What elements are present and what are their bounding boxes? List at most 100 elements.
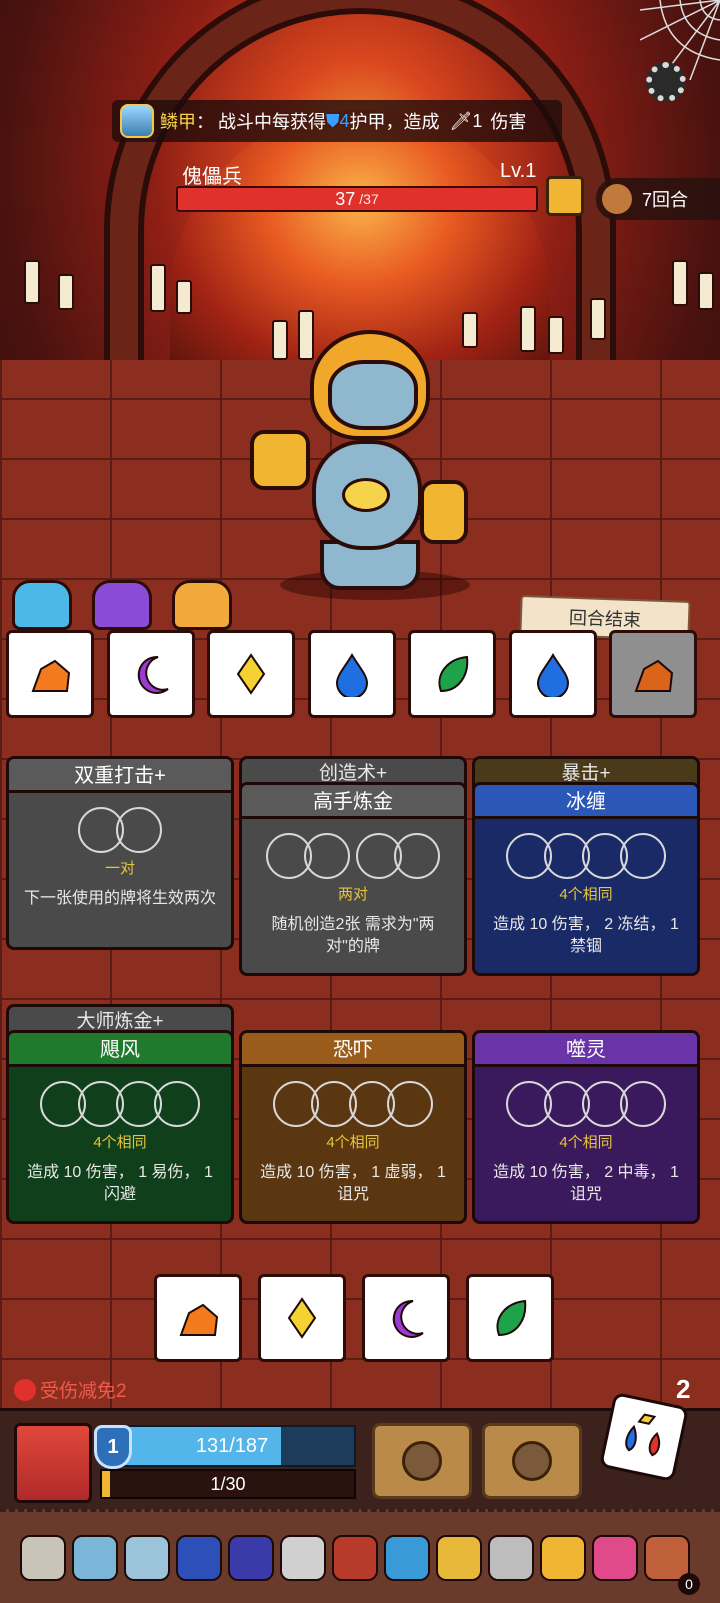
moon-gem-icon: [137, 655, 169, 694]
card-slots: [475, 833, 697, 879]
skill-card-double-strike[interactable]: 双重打击+ 一对 下一张使用的牌将生效两次: [6, 756, 234, 950]
skill-card-hurricane[interactable]: 飓风 4个相同 造成 10 伤害， 1 易伤， 1 闪避: [6, 1030, 234, 1224]
skill-card-master-alchemy[interactable]: 高手炼金 两对 随机创造2张 需求为"两对"的牌: [239, 782, 467, 976]
ring-icon[interactable]: [280, 1534, 326, 1581]
turn-counter: 7回合: [596, 178, 720, 220]
star-rune-icon[interactable]: [228, 1534, 274, 1581]
card-requirement: 一对: [104, 860, 135, 877]
player-xp-bar: 1/30: [100, 1469, 356, 1499]
relic-tooltip-desc-pre: 战斗中每获得: [218, 112, 326, 132]
blue-flame-icon[interactable]: [176, 1534, 222, 1581]
card-requirement: 4个相同: [326, 1134, 380, 1151]
card-slots: [242, 1081, 464, 1127]
die-drop[interactable]: [307, 630, 396, 718]
purple-potion-icon[interactable]: [92, 580, 152, 630]
card-title: 飓风: [9, 1033, 231, 1067]
die-rock[interactable]: [609, 630, 697, 718]
card-slots: [242, 833, 464, 879]
spike-crown-icon[interactable]: [488, 1534, 534, 1581]
puppet-soldier-enemy[interactable]: [250, 320, 470, 600]
skill-card-intimidate[interactable]: 恐吓 4个相同 造成 10 伤害， 1 虚弱， 1 诅咒: [239, 1030, 467, 1224]
rock-gem-icon: [634, 659, 674, 692]
enemy-hp-bar: 37 /37: [176, 186, 538, 212]
potion-shelf: [6, 580, 232, 636]
die-diamond[interactable]: [207, 630, 295, 718]
scale-armor-icon: [120, 104, 154, 138]
damage-reduction-status: 受伤减免2: [14, 1376, 127, 1403]
card-description: 随机创造2张 需求为"两对"的牌: [271, 916, 435, 955]
blue-potion-icon[interactable]: [12, 580, 72, 630]
enemy-hp-current: 37: [335, 188, 356, 209]
skill-card-soul-devour[interactable]: 噬灵 4个相同 造成 10 伤害， 2 中毒， 1 诅咒: [472, 1030, 700, 1224]
player-hp-text: 131/187: [195, 1434, 269, 1457]
enemy-name: 傀儡兵: [182, 166, 242, 188]
card-title: 冰缠: [475, 785, 697, 819]
sun-medal-icon[interactable]: [436, 1534, 482, 1581]
turn-counter-label: 7回合: [642, 190, 689, 210]
relic-tooltip-desc-post: 伤害: [490, 112, 527, 132]
card-description: 下一张使用的牌将生效两次: [23, 890, 216, 907]
enemy-level: Lv.1: [500, 160, 537, 182]
card-requirement: 4个相同: [559, 886, 613, 903]
card-title: 双重打击+: [9, 759, 231, 793]
skill-slot-button-1[interactable]: [372, 1423, 472, 1499]
rock-gem-icon: [31, 659, 71, 692]
player-avatar[interactable]: [14, 1423, 92, 1503]
die-rock[interactable]: [6, 630, 94, 718]
card-requirement: 4个相同: [93, 1134, 147, 1151]
horn-icon[interactable]: [20, 1534, 66, 1581]
rock-gem-icon: [179, 1303, 219, 1336]
element-dice-icon: [625, 1413, 661, 1457]
hand-die-moon[interactable]: [362, 1274, 450, 1362]
relic-count: 0: [678, 1573, 700, 1595]
drop-gem-icon: [335, 653, 368, 697]
skill-slot-button-2[interactable]: [482, 1423, 582, 1499]
card-title: 高手炼金: [242, 785, 464, 819]
eye-icon: [342, 478, 390, 512]
shield-icon: ⛊: [326, 110, 340, 131]
die-drop[interactable]: [508, 630, 597, 718]
heart-shield-icon: [14, 1378, 36, 1401]
card-slots: [9, 807, 231, 853]
reroll-count: 2: [676, 1374, 691, 1404]
card-requirement: 两对: [337, 886, 368, 903]
hand-die-rock[interactable]: [154, 1274, 242, 1362]
player-xp-text: 1/30: [210, 1473, 246, 1494]
skull-emblem-icon: [512, 1441, 552, 1481]
card-description: 造成 10 伤害， 2 中毒， 1 诅咒: [493, 1164, 679, 1203]
card-slots: [9, 1081, 231, 1127]
glove-icon[interactable]: [540, 1534, 586, 1581]
damage-reduction-label: 受伤减免2: [40, 1381, 127, 1402]
hand-die-leaf[interactable]: [466, 1274, 554, 1362]
enemy-info-book-button[interactable]: [546, 176, 584, 216]
totem-icon[interactable]: [592, 1534, 638, 1581]
die-moon[interactable]: [106, 630, 195, 718]
hand-die-diamond[interactable]: [258, 1274, 346, 1362]
diamond-gem-icon: [287, 1297, 317, 1339]
blue-creature-icon[interactable]: [384, 1534, 430, 1581]
relic-tooltip-name: 鳞甲: [160, 112, 196, 132]
red-hood-icon[interactable]: [332, 1534, 378, 1581]
skill-card-ice-bind[interactable]: 冰缠 4个相同 造成 10 伤害， 2 冻结， 1 禁锢: [472, 782, 700, 976]
relic-bar: 0: [0, 1509, 720, 1603]
player-level-shield-icon: 1: [94, 1425, 132, 1469]
card-title: 恐吓: [242, 1033, 464, 1067]
conch-icon[interactable]: [124, 1534, 170, 1581]
player-hp-bar: 131/187: [108, 1425, 356, 1467]
diamond-gem-icon: [236, 653, 266, 695]
card-title: 噬灵: [475, 1033, 697, 1067]
die-leaf[interactable]: [408, 630, 496, 718]
relic-tooltip-desc-mid: 护甲，造成: [349, 112, 440, 132]
moon-gem-icon: [392, 1299, 424, 1338]
scroll-icon: [602, 184, 632, 214]
card-description: 造成 10 伤害， 1 虚弱， 1 诅咒: [260, 1164, 446, 1203]
roll-dice-button[interactable]: [598, 1391, 690, 1483]
orange-potion-icon[interactable]: [172, 580, 232, 630]
settings-gear-icon[interactable]: [646, 62, 686, 102]
card-requirement: 4个相同: [559, 1134, 613, 1151]
dice-pool: [6, 630, 706, 720]
fish-blade-icon[interactable]: [72, 1534, 118, 1581]
drop-gem-icon: [536, 653, 569, 697]
relic-tooltip-sep: ：: [196, 112, 214, 132]
player-panel: 131/187 1 1/30 0: [0, 1391, 720, 1603]
